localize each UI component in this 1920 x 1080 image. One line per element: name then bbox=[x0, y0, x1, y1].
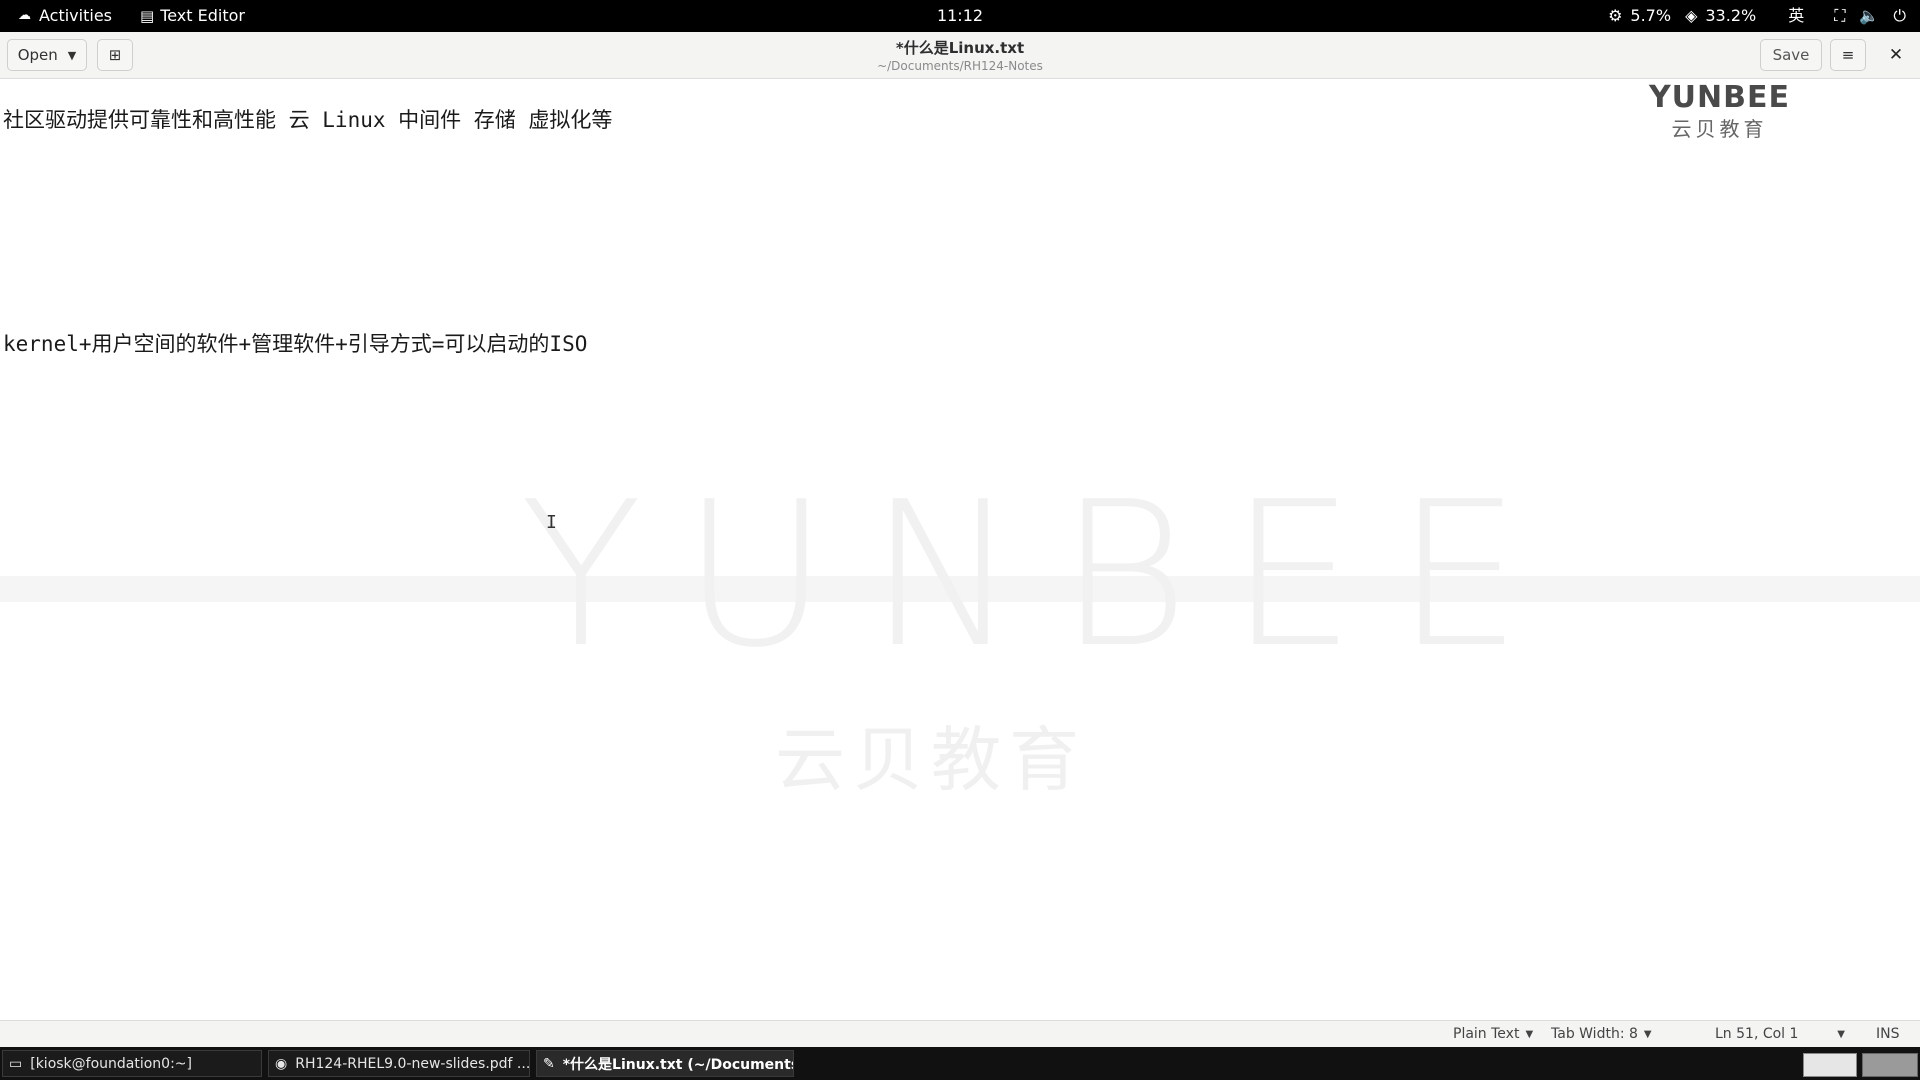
task-label: [kiosk@foundation0:~] bbox=[30, 1055, 192, 1072]
window-title: *什么是Linux.txt ~/Documents/RH124-Notes bbox=[0, 37, 1920, 73]
taskbar: ▭ [kiosk@foundation0:~] ◉ RH124-RHEL9.0-… bbox=[0, 1047, 1920, 1080]
watermark-center-en: YUNBEE bbox=[520, 459, 1562, 692]
taskbar-item-text-editor[interactable]: ✎ *什么是Linux.txt (~/Documents/R... bbox=[536, 1050, 794, 1077]
task-label: *什么是Linux.txt (~/Documents/R... bbox=[562, 1056, 793, 1073]
workspace-1[interactable] bbox=[1803, 1053, 1857, 1077]
power-icon[interactable]: ⏻ bbox=[1893, 0, 1906, 32]
top-bar: ☁ Activities ▤ Text Editor 11:12 ⚙ 5.7% … bbox=[0, 0, 1920, 32]
chevron-down-icon: ▼ bbox=[1837, 1028, 1845, 1040]
cpu-usage: 5.7% bbox=[1630, 6, 1672, 25]
header-bar: Open ▼ ⊞ *什么是Linux.txt ~/Documents/RH124… bbox=[0, 32, 1920, 79]
watermark-logo-en: YUNBEE bbox=[1648, 80, 1790, 115]
watermark-center-cn: 云贝教育 bbox=[775, 719, 1087, 801]
save-button[interactable]: Save bbox=[1760, 39, 1822, 71]
editor-line[interactable]: kernel+用户空间的软件+管理软件+引导方式=可以启动的ISO bbox=[3, 328, 587, 358]
close-button[interactable]: ✕ bbox=[1880, 42, 1912, 68]
memory-usage: 33.2% bbox=[1705, 6, 1757, 25]
text-cursor-icon: I bbox=[546, 512, 557, 533]
text-editor-icon: ✎ bbox=[543, 1055, 555, 1072]
input-method-indicator[interactable]: 英 bbox=[1788, 0, 1804, 32]
tab-width-label: Tab Width: 8 bbox=[1551, 1026, 1638, 1042]
editor-line[interactable]: 社区驱动提供可靠性和高性能 云 Linux 中间件 存储 虚拟化等 bbox=[3, 104, 612, 134]
document-path: ~/Documents/RH124-Notes bbox=[877, 59, 1043, 73]
terminal-icon: ▭ bbox=[9, 1055, 23, 1072]
hamburger-menu-icon: ≡ bbox=[1841, 46, 1855, 64]
document-viewer-icon: ◉ bbox=[275, 1055, 288, 1072]
watermark-logo: YUNBEE 云贝教育 bbox=[1649, 80, 1790, 142]
tab-width-selector[interactable]: Tab Width: 8 ▼ bbox=[1551, 1026, 1652, 1042]
volume-icon[interactable]: 🔈 bbox=[1859, 0, 1879, 32]
chevron-down-icon: ▼ bbox=[1525, 1028, 1534, 1040]
task-label: RH124-RHEL9.0-new-slides.pdf ... bbox=[295, 1055, 530, 1072]
main-menu-button[interactable]: ≡ bbox=[1830, 39, 1866, 71]
status-bar: Plain Text ▼ Tab Width: 8 ▼ Ln 51, Col 1… bbox=[0, 1020, 1920, 1047]
close-icon: ✕ bbox=[1888, 45, 1904, 65]
workspace-2[interactable] bbox=[1862, 1053, 1918, 1077]
watermark-logo-cn: 云贝教育 bbox=[1671, 117, 1768, 141]
network-icon[interactable]: ⛶ bbox=[1834, 0, 1845, 32]
cpu-icon: ⚙ bbox=[1608, 6, 1623, 25]
cursor-position-selector[interactable]: Ln 51, Col 1 ▼ bbox=[1715, 1026, 1845, 1042]
insert-mode-indicator[interactable]: INS bbox=[1876, 1026, 1900, 1042]
language-label: Plain Text bbox=[1453, 1026, 1520, 1042]
taskbar-item-terminal[interactable]: ▭ [kiosk@foundation0:~] bbox=[2, 1050, 262, 1077]
language-selector[interactable]: Plain Text ▼ bbox=[1453, 1026, 1533, 1042]
text-editor-area[interactable]: YUNBEE 云贝教育 社区驱动提供可靠性和高性能 云 Linux 中间件 存储… bbox=[0, 79, 1920, 1020]
cursor-position-label: Ln 51, Col 1 bbox=[1715, 1026, 1799, 1042]
document-title: *什么是Linux.txt bbox=[895, 39, 1025, 57]
chevron-down-icon: ▼ bbox=[1643, 1028, 1652, 1040]
system-tray[interactable]: ⚙ 5.7% ◈ 33.2% 英 ⛶ 🔈 ⏻ bbox=[1608, 0, 1906, 32]
memory-icon: ◈ bbox=[1685, 6, 1698, 25]
taskbar-item-pdf[interactable]: ◉ RH124-RHEL9.0-new-slides.pdf ... bbox=[268, 1050, 530, 1077]
